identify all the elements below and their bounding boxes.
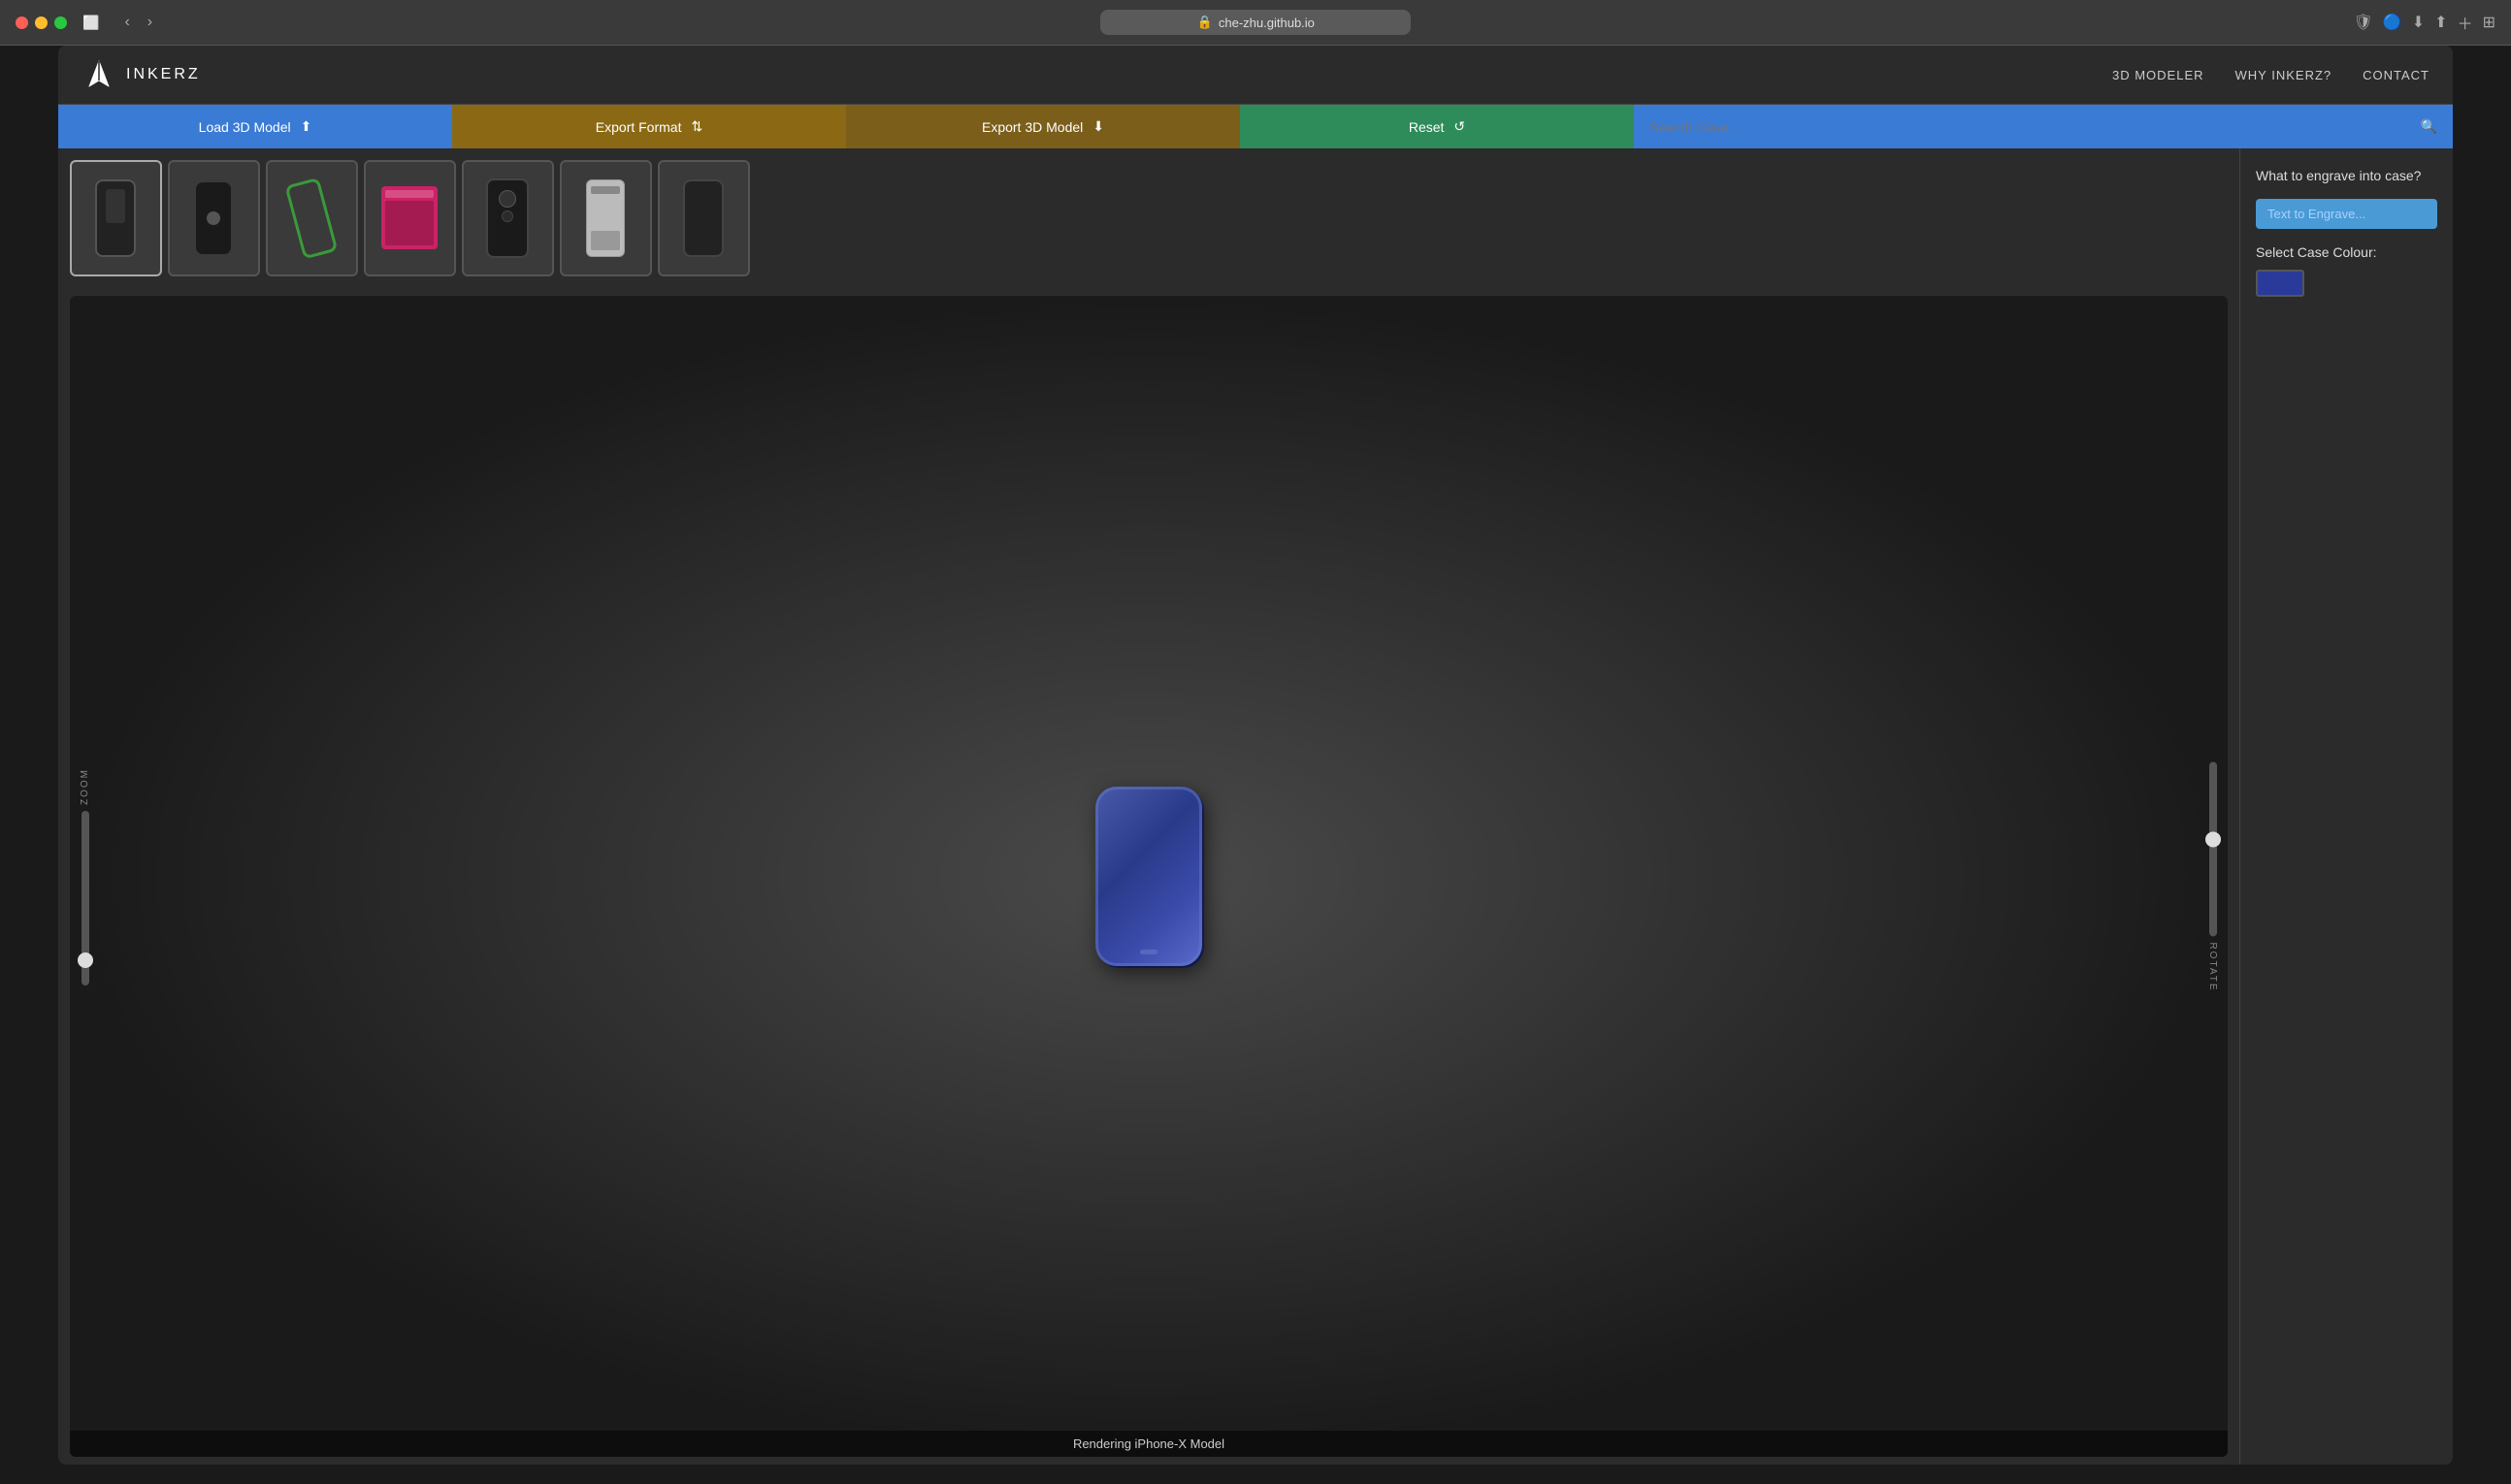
case-thumb-img-1 [81,174,151,264]
app-window: INKERZ 3D MODELER WHY INKERZ? CONTACT Lo… [58,46,2453,1465]
main-viewport: ZOOM ROTATE Rendering iPhone-X Mode [58,148,2239,1465]
logo-icon [82,57,116,92]
case-thumb-4[interactable] [364,160,456,276]
zoom-label: ZOOM [80,768,90,805]
case-thumb-img-5 [473,174,543,264]
rotate-slider-thumb[interactable] [2205,831,2221,847]
load-3d-model-button[interactable]: Load 3D Model ⬆ [58,105,452,148]
upload-icon: ⬆ [301,118,312,135]
address-bar[interactable]: 🔒 che-zhu.github.io [1100,10,1411,35]
colour-label: Select Case Colour: [2256,244,2437,260]
rotate-slider-track[interactable] [2209,761,2217,936]
case-thumb-1[interactable] [70,160,162,276]
nav-links: 3D MODELER WHY INKERZ? CONTACT [2112,68,2429,82]
export-3d-label: Export 3D Model [982,119,1083,135]
zoom-slider-track[interactable] [82,811,89,985]
url-text: che-zhu.github.io [1219,16,1315,30]
load-label: Load 3D Model [199,119,291,135]
logo-area: INKERZ [82,57,201,92]
new-tab-icon[interactable]: ＋ [2458,11,2473,34]
case-thumb-img-6 [571,174,641,264]
viewer-status: Rendering iPhone-X Model [70,1431,2228,1457]
tab-grid-icon[interactable]: ⊞ [2483,13,2495,32]
lock-icon: 🔒 [1197,15,1213,30]
browser-actions: 🛡 🔵 ⬇ ⬆ ＋ ⊞ [2354,11,2495,34]
case-thumbnails [58,148,2239,288]
share-icon[interactable]: ⬆ [2434,13,2447,32]
dropdown-icon: ⇅ [691,118,702,135]
export-format-label: Export Format [596,119,682,135]
bitwarden-icon: 🔵 [2383,13,2402,32]
phone-case-3d-model [1095,787,1202,966]
search-icon: 🔍 [2421,118,2437,135]
search-input[interactable] [1649,119,2411,135]
3d-viewer[interactable]: ZOOM ROTATE Rendering iPhone-X Mode [70,296,2228,1457]
case-thumb-img-2 [179,174,249,264]
case-thumb-7[interactable] [658,160,750,276]
export-format-button[interactable]: Export Format ⇅ [452,105,846,148]
shield-icon: 🛡 [2354,13,2373,32]
engrave-input[interactable] [2256,199,2437,229]
case-thumb-img-3 [266,166,357,271]
reset-icon: ↺ [1453,118,1465,135]
traffic-lights [16,16,67,29]
colour-picker-area: Select Case Colour: [2256,244,2437,297]
side-panel: What to engrave into case? Select Case C… [2239,148,2453,1465]
case-thumb-6[interactable] [560,160,652,276]
colour-swatch[interactable] [2256,270,2304,297]
zoom-slider-area: ZOOM [80,768,90,985]
nav-link-contact[interactable]: CONTACT [2363,68,2429,82]
close-button[interactable] [16,16,28,29]
case-thumb-img-4 [375,174,445,264]
viewer-status-text: Rendering iPhone-X Model [1073,1436,1224,1451]
nav-bar: INKERZ 3D MODELER WHY INKERZ? CONTACT [58,46,2453,105]
case-thumb-2[interactable] [168,160,260,276]
back-button[interactable]: ‹ [118,12,135,33]
zoom-slider-thumb[interactable] [78,952,93,968]
case-thumb-5[interactable] [462,160,554,276]
browser-nav-controls: ‹ › [118,12,158,33]
minimize-button[interactable] [35,16,48,29]
browser-chrome: ⬜ ‹ › 🔒 che-zhu.github.io 🛡 🔵 ⬇ ⬆ ＋ ⊞ [0,0,2511,46]
reset-label: Reset [1409,119,1445,135]
reset-button[interactable]: Reset ↺ [1240,105,1634,148]
maximize-button[interactable] [54,16,67,29]
forward-button[interactable]: › [142,12,158,33]
case-thumb-img-7 [669,174,739,264]
case-thumb-3[interactable] [266,160,358,276]
logo-text: INKERZ [126,66,201,83]
content-area: ZOOM ROTATE Rendering iPhone-X Mode [58,148,2453,1465]
nav-link-why-inkerz[interactable]: WHY INKERZ? [2235,68,2332,82]
nav-link-3d-modeler[interactable]: 3D MODELER [2112,68,2204,82]
address-bar-container: 🔒 che-zhu.github.io [170,10,2341,35]
download-icon: ⬇ [1092,118,1104,135]
toolbar: Load 3D Model ⬆ Export Format ⇅ Export 3… [58,105,2453,148]
rotate-slider-area: ROTATE [2207,761,2218,991]
sidebar-toggle-icon[interactable]: ⬜ [82,15,99,31]
engrave-label: What to engrave into case? [2256,168,2437,183]
download-icon[interactable]: ⬇ [2412,13,2425,32]
rotate-label: ROTATE [2207,942,2218,991]
search-bar[interactable]: 🔍 [1634,105,2453,148]
export-3d-model-button[interactable]: Export 3D Model ⬇ [846,105,1240,148]
